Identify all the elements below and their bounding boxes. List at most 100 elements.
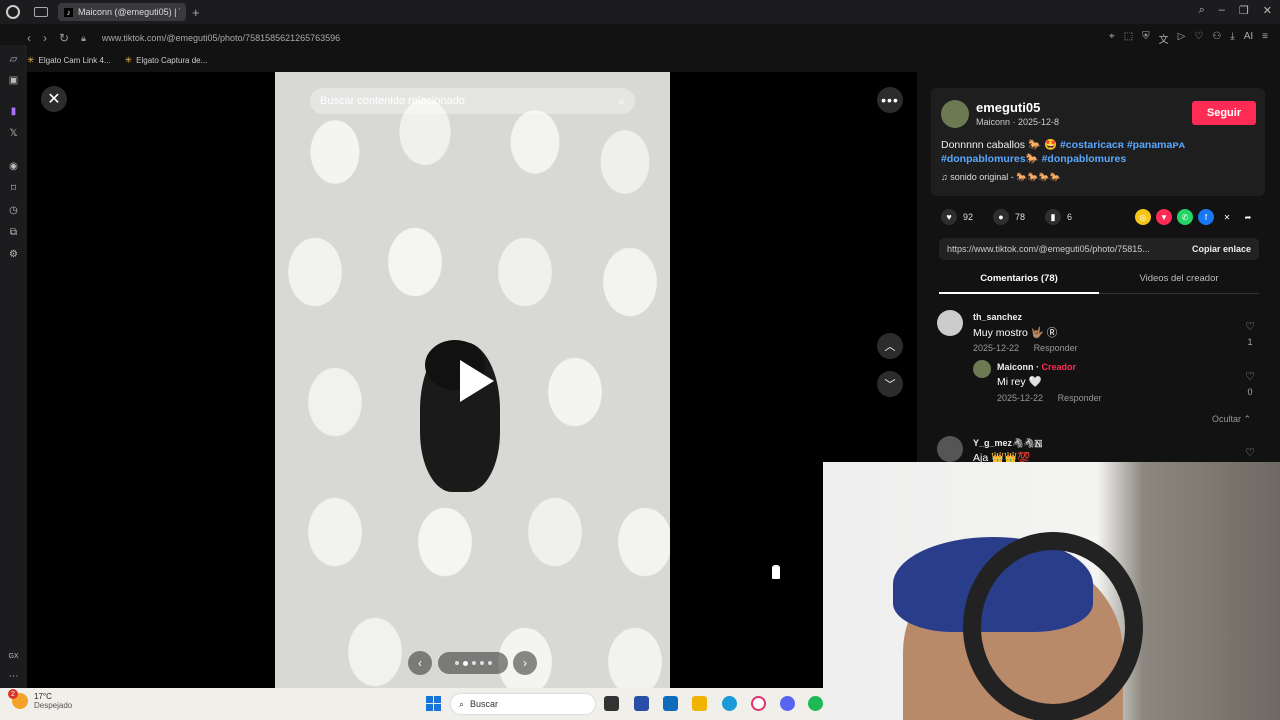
spotify-icon[interactable] <box>808 696 823 711</box>
bookmark-icon[interactable]: ▮ <box>1045 209 1062 225</box>
comment-like-icon[interactable]: ♡ <box>1243 370 1257 383</box>
heart-icon[interactable]: ♡ <box>1194 31 1203 46</box>
avatar[interactable] <box>937 436 963 462</box>
bookmark-item[interactable]: ✳ Elgato Captura de... <box>125 55 208 66</box>
ai-icon[interactable]: AI <box>1244 31 1253 46</box>
like-count: 92 <box>963 212 974 222</box>
comment-author[interactable]: Y_g_mez🦓🦓🇳 <box>973 438 1042 449</box>
like-icon[interactable]: ♥ <box>941 209 957 225</box>
carousel-dot[interactable] <box>487 661 492 665</box>
comment-icon[interactable]: ● <box>993 209 1010 225</box>
carousel-dot[interactable] <box>454 661 459 665</box>
menu-icon[interactable]: ≡ <box>1262 31 1268 46</box>
file-explorer-icon[interactable] <box>692 696 707 711</box>
restore-button[interactable]: ❐ <box>1239 4 1249 17</box>
translate-icon[interactable]: 文 <box>1159 31 1169 46</box>
close-viewer-button[interactable]: ✕ <box>41 86 67 112</box>
post-photo[interactable]: Buscar contenido relacionado ⌕ ‹ › <box>275 72 670 688</box>
outlook-icon[interactable] <box>663 696 678 711</box>
next-post-button[interactable]: ﹀ <box>877 371 903 397</box>
weather-widget[interactable]: 2 17°C Despejado <box>8 689 72 710</box>
profile-icon[interactable]: ⚇ <box>1212 31 1221 46</box>
history-icon[interactable]: ◷ <box>7 204 20 217</box>
bookmark-label: Elgato Cam Link 4... <box>38 55 111 65</box>
new-tab-button[interactable]: + <box>192 5 200 20</box>
whatsapp-icon[interactable]: ✆ <box>1177 209 1193 225</box>
shield-icon[interactable]: ⛨ <box>1142 31 1150 46</box>
carousel-dot-active[interactable] <box>462 660 468 666</box>
twitch-icon[interactable]: ▮ <box>7 105 20 118</box>
hashtag[interactable]: #donpablomures🐎 <box>941 153 1039 165</box>
gx-corner-icon[interactable]: ▣ <box>7 74 20 87</box>
tab-comments[interactable]: Comentarios (78) <box>939 268 1099 294</box>
carousel-dot[interactable] <box>471 661 476 665</box>
comment-like-icon[interactable]: ♡ <box>1243 446 1257 459</box>
share-link[interactable]: https://www.tiktok.com/@emeguti05/photo/… <box>947 244 1184 254</box>
pin-board-icon[interactable]: ⌑ <box>7 182 20 195</box>
gx-label[interactable]: GX <box>7 650 20 663</box>
hashtag[interactable]: #panamaᴘᴀ <box>1127 139 1185 151</box>
aria-icon[interactable]: ▱ <box>7 53 20 66</box>
play-icon[interactable] <box>460 360 494 402</box>
tab-creator-videos[interactable]: Videos del creador <box>1099 268 1259 294</box>
store-icon[interactable] <box>634 696 649 711</box>
play-icon[interactable]: ▷ <box>1178 31 1186 46</box>
comment-author[interactable]: Maiconn · Creador <box>997 362 1076 372</box>
extensions-icon[interactable]: ⧉ <box>7 226 20 239</box>
follow-button[interactable]: Seguir <box>1192 101 1256 125</box>
author-name[interactable]: emeguti05 <box>976 100 1040 115</box>
forward-icon[interactable]: › <box>43 31 47 45</box>
carousel-prev-button[interactable]: ‹ <box>408 651 432 675</box>
x-icon[interactable]: 𝕏 <box>7 127 20 140</box>
related-search-input[interactable]: Buscar contenido relacionado ⌕ <box>310 88 635 114</box>
reply-button[interactable]: Responder <box>1058 393 1102 403</box>
browser-tab[interactable]: ♪ Maiconn (@emeguti05) | T <box>58 3 186 21</box>
comment-like-icon[interactable]: ♡ <box>1243 320 1257 333</box>
search-icon[interactable]: ⌕ <box>618 94 625 109</box>
reply-author-name[interactable]: Maiconn <box>997 362 1034 372</box>
carousel-dot[interactable] <box>479 661 484 665</box>
facebook-icon[interactable]: f <box>1198 209 1214 225</box>
bookmark-icon: ✳ <box>124 54 133 65</box>
taskbar-search[interactable]: ⌕ Buscar <box>450 693 596 715</box>
search-icon[interactable]: ⌕ <box>1199 4 1205 17</box>
task-view-icon[interactable] <box>604 696 619 711</box>
carousel-next-button[interactable]: › <box>513 651 537 675</box>
discord-icon[interactable] <box>780 696 795 711</box>
more-options-button[interactable]: ••• <box>877 87 903 113</box>
settings-icon[interactable]: ⚙ <box>7 248 20 261</box>
pin-icon[interactable]: ⌖ <box>1109 31 1115 46</box>
x-icon[interactable]: ✕ <box>1219 209 1235 225</box>
close-window-button[interactable]: ✕ <box>1263 4 1272 17</box>
photo-viewer: ✕ Buscar contenido relacionado ⌕ ‹ › •••… <box>27 72 917 688</box>
reload-icon[interactable]: ↻ <box>59 31 69 45</box>
panel-tabs: Comentarios (78) Videos del creador <box>939 268 1259 294</box>
opera-gx-icon[interactable] <box>751 696 766 711</box>
hashtag[interactable]: #donpablomures <box>1042 153 1127 165</box>
bookmark-item[interactable]: ✳ Elgato Cam Link 4... <box>27 55 111 66</box>
hide-replies-button[interactable]: Ocultar ⌃ <box>1212 414 1251 425</box>
player-icon[interactable]: ◉ <box>7 160 20 173</box>
coin-icon[interactable]: ◎ <box>1135 209 1151 225</box>
previous-post-button[interactable]: ︿ <box>877 333 903 359</box>
windows-start-icon[interactable] <box>426 696 441 711</box>
minimize-button[interactable]: – <box>1219 4 1225 17</box>
back-icon[interactable]: ‹ <box>27 31 31 45</box>
avatar[interactable] <box>941 100 969 128</box>
opera-logo-icon[interactable] <box>6 5 20 19</box>
tab-switcher-icon[interactable] <box>34 7 48 17</box>
url-field[interactable]: www.tiktok.com/@emeguti05/photo/75815856… <box>102 33 340 43</box>
reply-button[interactable]: Responder <box>1034 343 1078 353</box>
download-icon[interactable]: ⤓ <box>1230 31 1234 46</box>
sound-link[interactable]: ♫ sonido original - 🐎🐎🐎🐎 <box>941 172 1061 183</box>
share-arrow-icon[interactable]: ➦ <box>1240 209 1256 225</box>
edge-icon[interactable] <box>722 696 737 711</box>
more-icon[interactable]: ⋯ <box>7 670 20 683</box>
repost-icon[interactable]: ▼ <box>1156 209 1172 225</box>
avatar[interactable] <box>973 360 991 378</box>
avatar[interactable] <box>937 310 963 336</box>
snapshot-icon[interactable]: ⬚ <box>1124 31 1133 46</box>
hashtag[interactable]: #costaricacʀ <box>1060 139 1124 151</box>
comment-author[interactable]: th_sanchez <box>973 312 1022 322</box>
copy-link-button[interactable]: Copiar enlace <box>1192 244 1251 254</box>
